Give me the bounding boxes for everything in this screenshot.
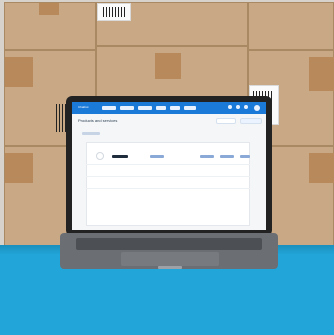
table-row <box>86 188 250 189</box>
table-header-quantity <box>240 155 250 158</box>
bell-icon <box>236 105 240 109</box>
laptop-hinge <box>158 266 182 269</box>
search-icon <box>228 105 232 109</box>
trackpad <box>121 252 219 266</box>
nav-item <box>156 106 166 110</box>
table-header-item-name <box>112 155 128 158</box>
laptop-display: Chatbot Products and services <box>66 96 272 236</box>
breadcrumb <box>82 132 100 135</box>
app-screen: Chatbot Products and services <box>72 102 266 230</box>
new-item-button <box>240 118 262 124</box>
nav-item <box>184 106 196 110</box>
settings-icon <box>244 105 248 109</box>
barcode-icon <box>56 104 66 132</box>
table-header-description <box>150 155 164 158</box>
box-tape <box>155 53 181 79</box>
avatar <box>254 105 260 111</box>
page-title: Products and services <box>78 118 118 123</box>
nav-item <box>102 106 116 110</box>
photo-scene: Chatbot Products and services <box>0 0 334 335</box>
filter-button <box>216 118 236 124</box>
cardboard-box <box>96 2 248 46</box>
table-header-sale-price <box>220 155 234 158</box>
box-tape <box>309 57 334 91</box>
app-brand: Chatbot <box>78 105 89 109</box>
box-tape <box>5 57 33 87</box>
barcode-icon <box>103 7 125 17</box>
box-tape <box>5 153 33 183</box>
cardboard-box <box>248 2 334 50</box>
table-row <box>86 164 250 165</box>
nav-item <box>120 106 134 110</box>
box-tape <box>39 3 59 15</box>
cardboard-box <box>96 46 248 100</box>
app-top-bar: Chatbot <box>72 102 266 114</box>
select-checkbox <box>96 152 104 160</box>
nav-item <box>170 106 180 110</box>
nav-item <box>138 106 152 110</box>
table-header-unit-price <box>200 155 214 158</box>
table-row <box>86 176 250 177</box>
cardboard-box <box>4 2 96 50</box>
keyboard <box>76 238 262 250</box>
box-tape <box>309 153 334 183</box>
